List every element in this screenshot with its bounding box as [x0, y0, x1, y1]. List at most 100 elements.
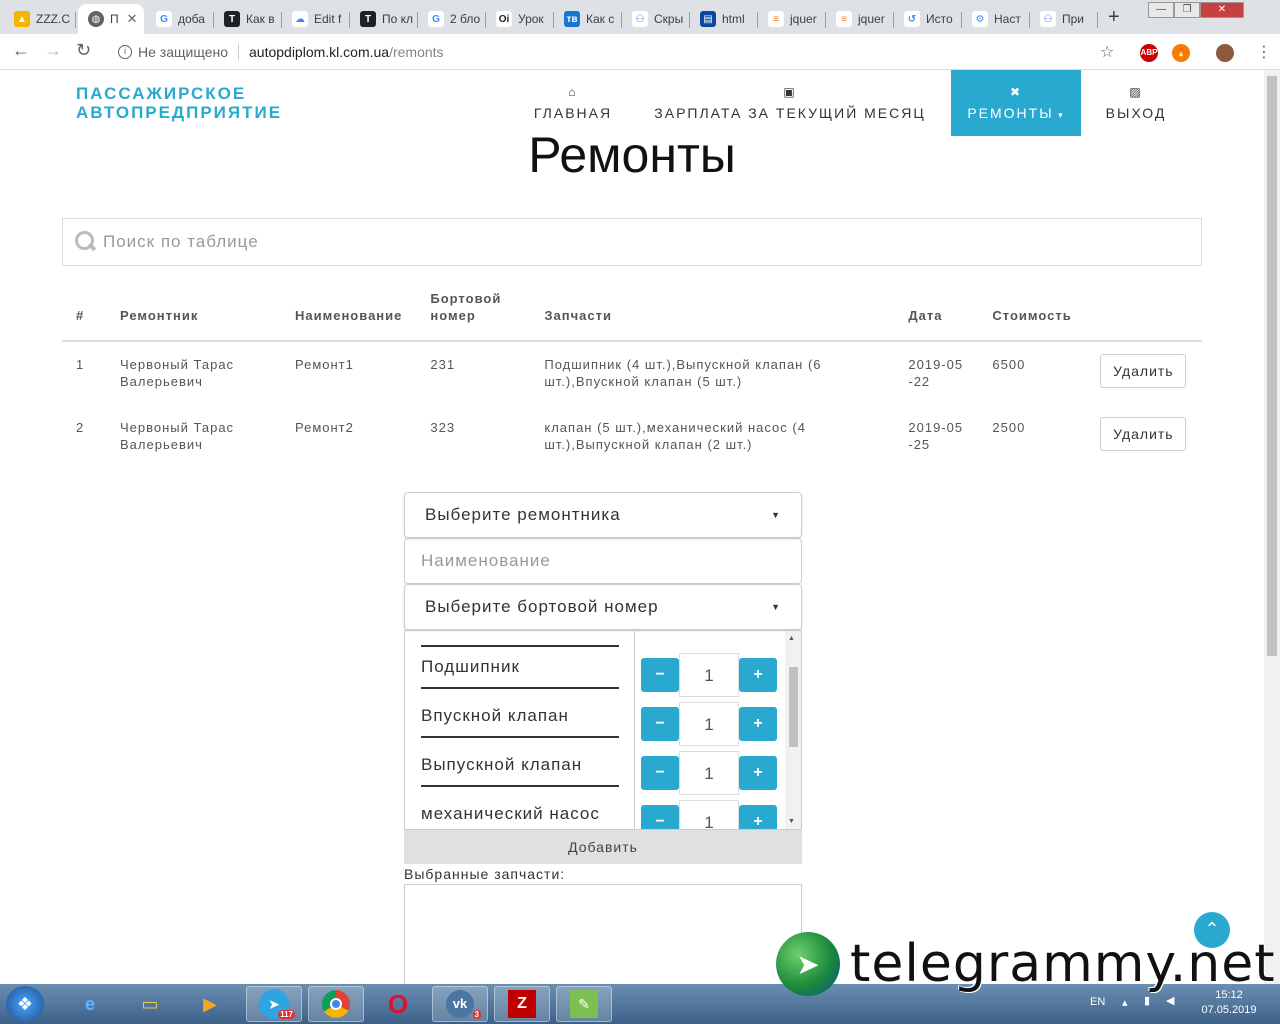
adblock-icon[interactable]: ABP: [1140, 44, 1158, 62]
table-search[interactable]: [62, 218, 1202, 266]
add-button[interactable]: Добавить: [404, 830, 802, 864]
browser-tab[interactable]: G доба: [146, 4, 214, 34]
tab-title: Edit f: [314, 12, 342, 26]
search-input[interactable]: [103, 232, 1183, 252]
stack-icon: ≡: [836, 11, 852, 27]
quantity-value[interactable]: 1: [679, 653, 739, 697]
browser-tab[interactable]: T По кл: [350, 4, 418, 34]
back-button[interactable]: ←: [12, 40, 30, 61]
forward-button[interactable]: →: [44, 40, 62, 61]
browser-tab[interactable]: ⚇ Скры: [622, 4, 690, 34]
col-header-cost: Стоимость: [978, 284, 1087, 342]
browser-tab[interactable]: ▤ html: [690, 4, 758, 34]
cell-actions: Удалить: [1086, 405, 1202, 469]
list-item: Подшипник − 1 +: [405, 643, 785, 697]
gear-icon: ⚙: [972, 11, 988, 27]
decrement-button[interactable]: −: [641, 756, 679, 790]
brand-line-1: ПАССАЖИРСКОЕ: [76, 84, 247, 103]
page-title: Ремонты: [528, 127, 736, 183]
close-icon[interactable]: ✕: [127, 11, 138, 27]
page-scrollbar[interactable]: [1264, 70, 1280, 984]
start-button[interactable]: ❖: [6, 986, 44, 1022]
avatar[interactable]: [1216, 44, 1234, 62]
decrement-button[interactable]: −: [641, 658, 679, 692]
increment-button[interactable]: +: [739, 658, 777, 692]
increment-button[interactable]: +: [739, 756, 777, 790]
media-player-icon[interactable]: ▶: [182, 986, 238, 1022]
info-icon[interactable]: i: [118, 45, 132, 59]
board-number-select[interactable]: Выберите бортовой номер ▼: [404, 584, 802, 630]
chrome-icon[interactable]: [308, 986, 364, 1022]
opera-icon[interactable]: O: [370, 986, 426, 1022]
table-header-row: # Ремонтник Наименование Бортовой номер …: [62, 284, 1202, 342]
maximize-button[interactable]: ❐: [1174, 2, 1200, 18]
browser-tab-active[interactable]: ◍ П ✕: [78, 4, 144, 34]
bookmark-star-icon[interactable]: ☆: [1100, 42, 1114, 62]
reload-button[interactable]: ↻: [76, 40, 91, 61]
explorer-icon[interactable]: ▭: [122, 986, 178, 1022]
list-item: механический насос − 1 +: [405, 790, 785, 829]
parts-scrollbar[interactable]: ▲ ▼: [785, 631, 801, 829]
quantity-value[interactable]: 1: [679, 751, 739, 795]
repair-name-input[interactable]: Наименование: [404, 538, 802, 584]
increment-button[interactable]: +: [739, 707, 777, 741]
repairman-select[interactable]: Выберите ремонтника ▼: [404, 492, 802, 538]
col-header-number: #: [62, 284, 106, 342]
new-tab-button[interactable]: +: [1108, 6, 1120, 29]
clock-date: 07.05.2019: [1201, 1004, 1257, 1016]
filezilla-icon[interactable]: Z: [494, 986, 550, 1022]
quantity-value[interactable]: 1: [679, 702, 739, 746]
nav-label: ГЛАВНАЯ: [533, 105, 613, 121]
extension-fire-icon[interactable]: 🔥: [1172, 44, 1190, 62]
nav-label: РЕМОНТЫ ▾: [967, 105, 1065, 121]
parts-list[interactable]: Подшипник − 1 + Впускной клапан − 1 + Вы…: [404, 630, 802, 830]
scrollbar-thumb[interactable]: [1267, 76, 1277, 656]
notepad-icon[interactable]: ✎: [556, 986, 612, 1022]
browser-tab[interactable]: ≡ jquer: [758, 4, 826, 34]
quantity-value[interactable]: 1: [679, 800, 739, 829]
url-field[interactable]: i Не защищено autopdiplom.kl.com.ua /rem…: [108, 38, 1132, 66]
cell-date: 2019-05-22: [908, 357, 964, 389]
windows-icon: ❖: [16, 994, 34, 1014]
cell-number: 2: [76, 420, 85, 435]
board-select-value: Выберите бортовой номер: [425, 597, 659, 616]
browser-tab[interactable]: ≡ jquer: [826, 4, 894, 34]
tab-title: При: [1062, 12, 1085, 26]
chosen-parts-textarea[interactable]: [404, 884, 802, 984]
scroll-up-icon[interactable]: ▲: [788, 635, 795, 642]
decrement-button[interactable]: −: [641, 805, 679, 829]
browser-tab[interactable]: G 2 бло: [418, 4, 486, 34]
browser-tab[interactable]: T Как в: [214, 4, 282, 34]
vk-badge: 3: [472, 1010, 481, 1019]
quantity-stepper: − 1 +: [641, 800, 777, 829]
page-viewport: ПАССАЖИРСКОЕ АВТОПРЕДПРИЯТИЕ ⌂ ГЛАВНАЯ ▣…: [0, 70, 1264, 984]
browser-tab[interactable]: Oi Урок: [486, 4, 554, 34]
browser-tab[interactable]: тв Как с: [554, 4, 622, 34]
telegram-icon[interactable]: ➤ 117: [246, 986, 302, 1022]
tab-title: Наст: [994, 12, 1021, 26]
increment-button[interactable]: +: [739, 805, 777, 829]
caret-down-icon: ▾: [1053, 110, 1065, 120]
ie-icon[interactable]: e: [62, 986, 118, 1022]
delete-button[interactable]: Удалить: [1100, 417, 1187, 451]
menu-icon[interactable]: ⋮: [1256, 42, 1272, 62]
tab-title: ZZZ.С: [36, 12, 70, 26]
site-brand[interactable]: ПАССАЖИРСКОЕ АВТОПРЕДПРИЯТИЕ: [76, 84, 282, 122]
tab-title: доба: [178, 12, 205, 26]
close-window-button[interactable]: ✕: [1200, 2, 1244, 18]
vk-icon[interactable]: vk 3: [432, 986, 488, 1022]
delete-button[interactable]: Удалить: [1100, 354, 1187, 388]
browser-tab[interactable]: ☁ Edit f: [282, 4, 350, 34]
wrench-icon: ✖: [1009, 85, 1023, 99]
scroll-down-icon[interactable]: ▼: [788, 818, 795, 825]
scrollbar-thumb[interactable]: [789, 667, 798, 747]
browser-tab[interactable]: ▲ ZZZ.С: [4, 4, 76, 34]
minimize-button[interactable]: —: [1148, 2, 1174, 18]
cell-number: 1: [76, 357, 85, 372]
tab-title: П: [110, 12, 119, 26]
browser-tab[interactable]: ⚙ Наст: [962, 4, 1030, 34]
google-icon: G: [428, 11, 444, 27]
decrement-button[interactable]: −: [641, 707, 679, 741]
browser-tab[interactable]: ⚇ При: [1030, 4, 1098, 34]
browser-tab[interactable]: ↺ Исто: [894, 4, 962, 34]
